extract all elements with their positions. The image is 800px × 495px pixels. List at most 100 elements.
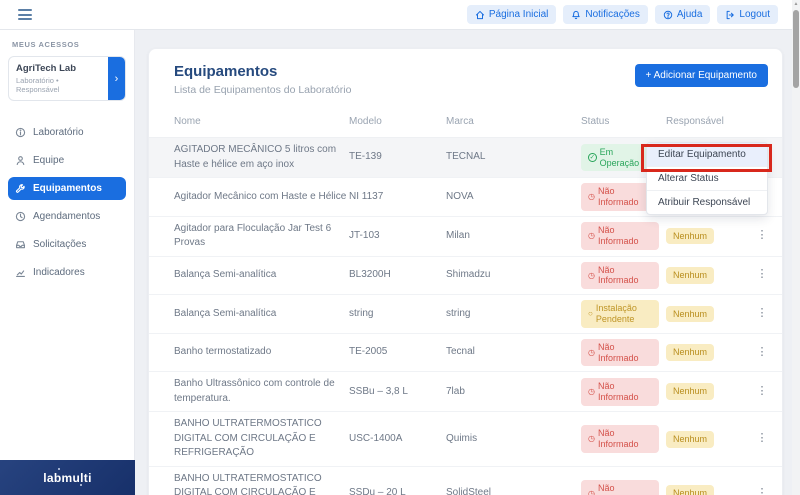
topbar-button-pagina-inicial[interactable]: Página Inicial [466, 5, 557, 24]
topbar-button-label: Ajuda [676, 9, 703, 20]
cell-brand: TECNAL [446, 151, 486, 163]
topbar-actions: Página Inicial Notificações Ajuda Logout [466, 5, 778, 24]
scroll-up-icon[interactable]: ▲ [792, 1, 800, 7]
lab-name: AgriTech Lab [16, 63, 76, 74]
cell-name: Balança Semi-analítica [174, 307, 277, 319]
sidebar-item-laboratorio[interactable]: Laboratório [8, 121, 126, 144]
topbar-button-logout[interactable]: Logout [717, 5, 778, 24]
column-header-modelo: Modelo [349, 116, 382, 127]
sidebar: MEUS ACESSOS AgriTech Lab Laboratório • … [0, 30, 135, 460]
cell-name: BANHO ULTRATERMOSTATICO DIGITAL COM CIRC… [174, 472, 322, 495]
sidebar-item-equipe[interactable]: Equipe [8, 149, 126, 172]
responsible-badge: Nenhum [666, 430, 715, 448]
menu-item-atribuir-responsavel[interactable]: Atribuir Responsável [647, 190, 767, 214]
kebab-menu-icon[interactable]: ⋮ [757, 307, 768, 319]
cell-name: Agitador para Floculação Jar Test 6 Prov… [174, 222, 332, 249]
cell-model: string [349, 307, 374, 319]
cell-responsible: Nenhum [666, 430, 747, 448]
responsible-badge: Nenhum [666, 383, 715, 401]
table-row[interactable]: Balança Semi-analítica BL3200H Shimadzu … [149, 257, 782, 296]
status-label: Não Informado [597, 225, 639, 247]
responsible-badge: Nenhum [666, 266, 715, 284]
status-badge: ◷ Não Informado [581, 338, 659, 367]
cell-brand: string [446, 307, 471, 319]
lab-selector[interactable]: AgriTech Lab Laboratório • Responsável › [8, 56, 126, 101]
cell-model: SSBu – 3,8 L [349, 385, 408, 397]
kebab-menu-icon[interactable]: ⋮ [757, 346, 768, 358]
status-badge: ○ Instalação Pendente [581, 300, 659, 328]
chevron-right-icon[interactable]: › [108, 57, 125, 100]
table-row[interactable]: Banho Ultrassônico com controle de tempe… [149, 372, 782, 413]
cell-brand: Quimis [446, 432, 478, 444]
logo-text: labmulti [43, 470, 92, 485]
bell-icon [571, 10, 581, 20]
cell-status: ◷ Não Informado [581, 338, 666, 367]
cell-responsible: Nenhum [666, 305, 747, 323]
add-equipment-button[interactable]: + Adicionar Equipamento [634, 64, 768, 87]
cell-status: ◷ Não Informado [581, 479, 666, 495]
sidebar-item-agendamentos[interactable]: Agendamentos [8, 205, 126, 228]
menu-item-editar-equipamento[interactable]: Editar Equipamento [647, 143, 767, 166]
scrollbar[interactable]: ▲ [792, 0, 800, 495]
kebab-menu-icon[interactable]: ⋮ [757, 385, 768, 397]
table-row[interactable]: BANHO ULTRATERMOSTATICO DIGITAL COM CIRC… [149, 467, 782, 495]
clock-icon: ◷ [588, 270, 595, 280]
clock-icon: ◷ [588, 387, 595, 397]
kebab-menu-icon[interactable]: ⋮ [757, 268, 768, 280]
sidebar-item-label: Equipamentos [33, 183, 102, 194]
scrollbar-thumb[interactable] [793, 10, 799, 88]
info-icon [15, 127, 26, 138]
home-icon [475, 10, 485, 20]
cell-name: Banho Ultrassônico com controle de tempe… [174, 378, 335, 404]
cell-name: Banho termostatizado [174, 346, 272, 358]
responsible-badge: Nenhum [666, 305, 715, 323]
cell-status: ○ Instalação Pendente [581, 300, 666, 328]
cell-status: ◷ Não Informado [581, 378, 666, 406]
cell-status: ◷ Não Informado [581, 222, 666, 250]
table-row[interactable]: Agitador para Floculação Jar Test 6 Prov… [149, 217, 782, 257]
clock-icon: ◷ [588, 347, 595, 357]
clock-icon: ◷ [588, 231, 595, 241]
topbar-button-ajuda[interactable]: Ajuda [654, 5, 711, 24]
responsible-badge: Nenhum [666, 344, 715, 361]
topbar: Página Inicial Notificações Ajuda Logout [0, 0, 800, 30]
cell-actions: ⋮ [747, 384, 777, 400]
topbar-button-notificacoes[interactable]: Notificações [563, 5, 648, 24]
cell-actions: ⋮ [747, 267, 777, 283]
cell-model: BL3200H [349, 269, 391, 281]
cell-responsible: Nenhum [666, 227, 747, 245]
clock-icon: ◷ [588, 488, 595, 495]
cell-status: ◷ Não Informado [581, 261, 666, 290]
table-row[interactable]: BANHO ULTRATERMOSTATICO DIGITAL COM CIRC… [149, 412, 782, 467]
status-badge: ◷ Não Informado [581, 261, 659, 290]
check-circle-icon: ✓ [588, 153, 597, 162]
user-icon [15, 155, 26, 166]
cell-name: Agitador Mecânico com Haste e Hélice [174, 190, 347, 202]
logout-icon [725, 10, 735, 20]
sidebar-item-equipamentos[interactable]: Equipamentos [8, 177, 126, 200]
column-header-responsavel: Responsável [666, 116, 724, 127]
menu-item-alterar-status[interactable]: Alterar Status [647, 166, 767, 190]
menu-icon[interactable] [18, 9, 32, 20]
cell-responsible: Nenhum [666, 485, 747, 495]
sidebar-item-label: Solicitações [33, 239, 87, 250]
table-row[interactable]: Balança Semi-analítica string string ○ I… [149, 295, 782, 334]
status-label: Não Informado [597, 381, 639, 402]
lab-role: Laboratório • Responsável [16, 76, 60, 94]
column-header-nome: Nome [174, 116, 201, 127]
card-header: Equipamentos Lista de Equipamentos do La… [149, 49, 782, 104]
sidebar-item-indicadores[interactable]: Indicadores [8, 261, 126, 284]
kebab-menu-icon[interactable]: ⋮ [757, 432, 768, 444]
sidebar-item-label: Indicadores [33, 267, 85, 278]
sidebar-item-solicitacoes[interactable]: Solicitações [8, 233, 126, 256]
column-header-marca: Marca [446, 116, 474, 127]
kebab-menu-icon[interactable]: ⋮ [757, 229, 768, 241]
kebab-menu-icon[interactable]: ⋮ [757, 487, 768, 495]
cell-model: SSDu – 20 L [349, 487, 406, 495]
cell-actions: ⋮ [747, 345, 777, 361]
sidebar-item-label: Agendamentos [33, 211, 101, 222]
table-row[interactable]: Banho termostatizado TE-2005 Tecnal ◷ Nã… [149, 334, 782, 373]
cell-name: Balança Semi-analítica [174, 269, 277, 281]
sidebar-section-label: MEUS ACESSOS [12, 40, 80, 49]
status-badge: ◷ Não Informado [581, 425, 659, 453]
